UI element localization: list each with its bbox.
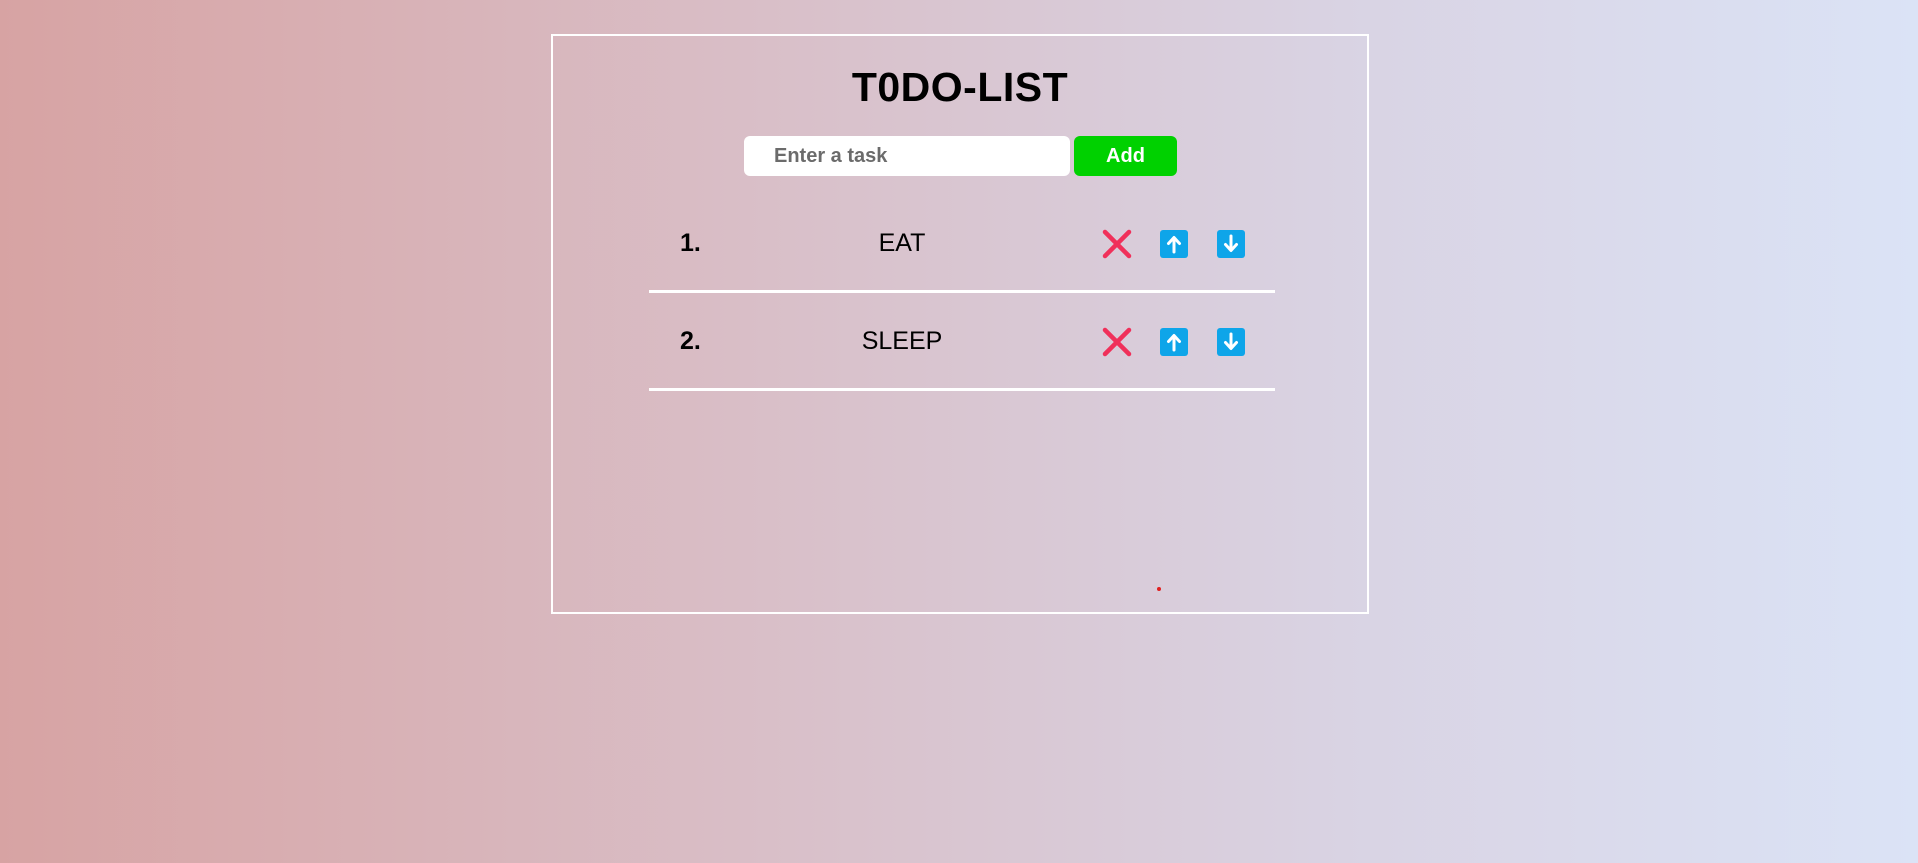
task-input[interactable]	[744, 136, 1070, 176]
close-icon	[1102, 327, 1132, 357]
arrow-up-icon	[1160, 328, 1188, 356]
task-number: 1.	[680, 229, 701, 257]
close-icon	[1102, 229, 1132, 259]
task-row: 1. EAT	[649, 196, 1275, 293]
delete-task-button[interactable]	[1102, 327, 1132, 357]
page-title: T0DO-LIST	[851, 64, 1069, 110]
task-text: SLEEP	[861, 327, 943, 355]
arrow-up-icon	[1160, 230, 1188, 258]
arrow-down-icon	[1217, 230, 1245, 258]
todo-card: T0DO-LIST Add 1. EAT 2. SLEEP	[551, 34, 1369, 614]
move-up-button[interactable]	[1159, 229, 1189, 259]
task-number: 2.	[680, 327, 701, 355]
move-down-button[interactable]	[1216, 229, 1246, 259]
red-dot	[1157, 587, 1161, 591]
move-up-button[interactable]	[1159, 327, 1189, 357]
task-row: 2. SLEEP	[649, 294, 1275, 391]
move-down-button[interactable]	[1216, 327, 1246, 357]
delete-task-button[interactable]	[1102, 229, 1132, 259]
task-text: EAT	[878, 229, 926, 257]
arrow-down-icon	[1217, 328, 1245, 356]
add-button[interactable]: Add	[1074, 136, 1177, 176]
